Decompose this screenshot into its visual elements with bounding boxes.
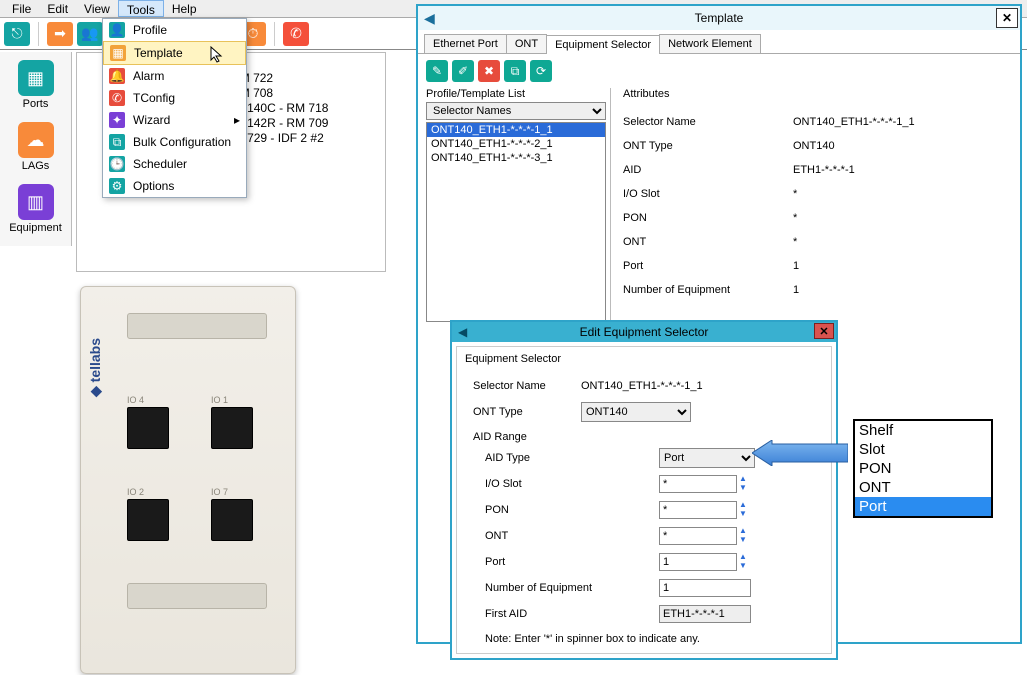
profile-list-item[interactable]: ONT140_ETH1-*-*-*-2_1 — [427, 137, 605, 151]
toolbar-btn-2[interactable]: ➡ — [47, 22, 73, 46]
pon-spinner[interactable]: ▲▼ — [737, 501, 749, 519]
left-sidebar: ▦Ports☁LAGs▥Equipment — [0, 52, 72, 246]
app-icon: ◀ — [424, 10, 435, 27]
device-photo: ◆ tellabs IO 4 IO 1 IO 2 IO 7 — [80, 286, 296, 674]
first-aid-label: First AID — [465, 608, 615, 620]
port-input[interactable] — [659, 553, 737, 571]
first-aid-output — [659, 605, 751, 623]
tools-menu-tconfig[interactable]: ✆TConfig — [103, 87, 246, 109]
toolbar-btn-3[interactable]: 👥 — [77, 22, 103, 46]
menu-view[interactable]: View — [76, 0, 118, 17]
tpl-new-button[interactable]: ✎ — [426, 60, 448, 82]
tools-menu-bulk-configuration[interactable]: ⧉Bulk Configuration — [103, 131, 246, 153]
menu-edit[interactable]: Edit — [39, 0, 76, 17]
callout-arrow-icon — [752, 440, 848, 469]
ont-type-label: ONT Type — [465, 406, 581, 418]
aid-option-shelf[interactable]: Shelf — [855, 421, 991, 440]
menu-tools[interactable]: Tools — [118, 0, 164, 17]
tab-ethernet-port[interactable]: Ethernet Port — [424, 34, 507, 53]
attr-row: Number of Equipment1 — [623, 278, 1000, 302]
template-title: Template — [695, 11, 744, 25]
tpl-refresh-button[interactable]: ⟳ — [530, 60, 552, 82]
tab-ont[interactable]: ONT — [506, 34, 547, 53]
num-equipment-label: Number of Equipment — [465, 582, 615, 594]
attr-row: Port1 — [623, 254, 1000, 278]
tab-equipment-selector[interactable]: Equipment Selector — [546, 35, 660, 54]
sidebar-item-lags[interactable]: ☁LAGs — [0, 118, 71, 180]
attr-row: I/O Slot* — [623, 182, 1000, 206]
template-iconbar: ✎ ✐ ✖ ⧉ ⟳ — [418, 54, 1020, 88]
toolbar-btn-1[interactable]: ⎋ — [4, 22, 30, 46]
template-close-button[interactable]: ✕ — [996, 8, 1018, 28]
aid-option-slot[interactable]: Slot — [855, 440, 991, 459]
port-spinner[interactable]: ▲▼ — [737, 553, 749, 571]
profile-list-item[interactable]: ONT140_ETH1-*-*-*-1_1 — [427, 123, 605, 137]
edit-close-button[interactable]: ✕ — [814, 323, 834, 339]
attr-row: ONT TypeONT140 — [623, 134, 1000, 158]
attr-row: Selector NameONT140_ETH1-*-*-*-1_1 — [623, 110, 1000, 134]
selector-name-label: Selector Name — [465, 380, 581, 392]
equipment-selector-group: Equipment Selector — [465, 353, 823, 365]
menu-file[interactable]: File — [4, 0, 39, 17]
aid-type-select[interactable]: Port — [659, 448, 755, 468]
aid-option-port[interactable]: Port — [855, 497, 991, 516]
attr-row: PON* — [623, 206, 1000, 230]
ont-input[interactable] — [659, 527, 737, 545]
tools-menu-profile[interactable]: 👤Profile — [103, 19, 246, 41]
cursor-icon — [210, 46, 228, 69]
tools-menu-scheduler[interactable]: 🕒Scheduler — [103, 153, 246, 175]
aid-option-pon[interactable]: PON — [855, 459, 991, 478]
tpl-delete-button[interactable]: ✖ — [478, 60, 500, 82]
ioslot-spinner[interactable]: ▲▼ — [737, 475, 749, 493]
ont-spinner[interactable]: ▲▼ — [737, 527, 749, 545]
tpl-copy-button[interactable]: ⧉ — [504, 60, 526, 82]
aid-option-ont[interactable]: ONT — [855, 478, 991, 497]
tab-network-element[interactable]: Network Element — [659, 34, 761, 53]
edit-title: Edit Equipment Selector — [580, 325, 709, 339]
profile-list-item[interactable]: ONT140_ETH1-*-*-*-3_1 — [427, 151, 605, 165]
device-brand: ◆ tellabs — [87, 338, 104, 397]
tools-menu-wizard[interactable]: ✦Wizard▸ — [103, 109, 246, 131]
attr-row: ONT* — [623, 230, 1000, 254]
ioslot-input[interactable] — [659, 475, 737, 493]
tools-menu-options[interactable]: ⚙Options — [103, 175, 246, 197]
profile-list-label: Profile/Template List — [426, 88, 610, 100]
ont-label: ONT — [465, 530, 615, 542]
pon-label: PON — [465, 504, 615, 516]
tools-dropdown: 👤Profile▦Template🔔Alarm✆TConfig✦Wizard▸⧉… — [102, 18, 247, 198]
menu-help[interactable]: Help — [164, 0, 205, 17]
port-label: Port — [465, 556, 615, 568]
toolbar-btn-9[interactable]: ✆ — [283, 22, 309, 46]
aid-type-options-popup[interactable]: ShelfSlotPONONTPort — [853, 419, 993, 518]
attr-row: AIDETH1-*-*-*-1 — [623, 158, 1000, 182]
num-equipment-input[interactable] — [659, 579, 751, 597]
ioslot-label: I/O Slot — [465, 478, 615, 490]
template-titlebar[interactable]: ◀ Template ✕ — [418, 6, 1020, 30]
template-tabs: Ethernet PortONTEquipment SelectorNetwor… — [418, 30, 1020, 54]
attributes-label: Attributes — [623, 88, 1000, 100]
ont-type-select[interactable]: ONT140 — [581, 402, 691, 422]
app-icon: ◀ — [458, 325, 467, 339]
selector-name-value: ONT140_ETH1-*-*-*-1_1 — [581, 380, 703, 392]
edit-equipment-window: ◀ Edit Equipment Selector ✕ Equipment Se… — [450, 320, 838, 660]
selector-names-combo[interactable]: Selector Names — [426, 102, 606, 120]
pon-input[interactable] — [659, 501, 737, 519]
spinner-note: Note: Enter '*' in spinner box to indica… — [465, 633, 823, 645]
edit-titlebar[interactable]: ◀ Edit Equipment Selector ✕ — [452, 322, 836, 342]
sidebar-item-equipment[interactable]: ▥Equipment — [0, 180, 71, 242]
sidebar-item-ports[interactable]: ▦Ports — [0, 56, 71, 118]
aid-type-label: AID Type — [465, 452, 615, 464]
profile-list[interactable]: ONT140_ETH1-*-*-*-1_1ONT140_ETH1-*-*-*-2… — [426, 122, 606, 322]
tpl-edit-button[interactable]: ✐ — [452, 60, 474, 82]
